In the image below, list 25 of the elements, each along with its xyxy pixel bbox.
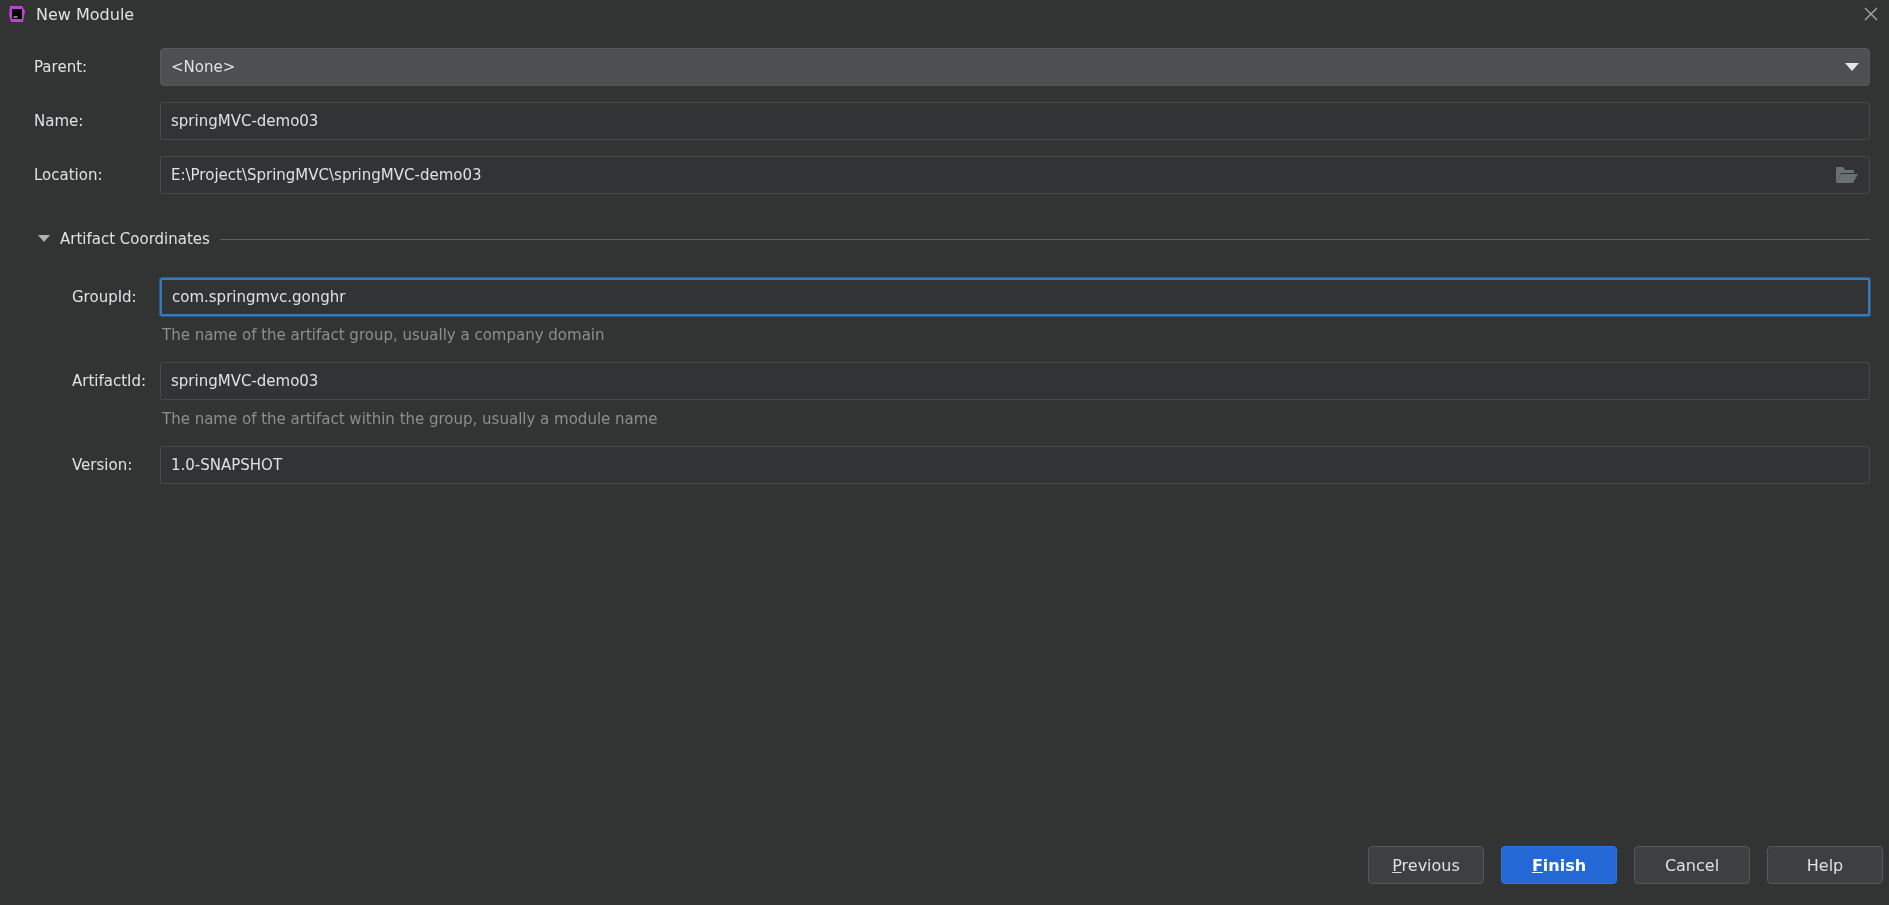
section-title: Artifact Coordinates (60, 230, 210, 248)
location-field[interactable]: E:\Project\SpringMVC\springMVC-demo03 (160, 156, 1870, 194)
window-title: New Module (36, 4, 136, 24)
dialog-button[interactable]: Help (1767, 846, 1883, 884)
field-label: Parent: (34, 58, 89, 76)
dialog-button[interactable]: Cancel (1634, 846, 1750, 884)
hint-text: The name of the artifact group, usually a company domain (161, 325, 606, 346)
hint-text: The name of the artifact within the group, usually a module name (161, 409, 659, 430)
close-icon[interactable] (1863, 6, 1879, 22)
dropdown-arrow-icon (1845, 62, 1859, 72)
field-label: Version: (72, 456, 134, 474)
app-logo-icon (8, 5, 26, 23)
field-label: ArtifactId: (72, 372, 148, 390)
field-label: Name: (34, 112, 85, 130)
collapse-triangle-icon[interactable] (38, 234, 50, 244)
text-field[interactable]: springMVC-demo03 (160, 362, 1870, 400)
field-label: Location: (34, 166, 104, 184)
text-field[interactable]: com.springmvc.gonghr (160, 278, 1870, 316)
default-button[interactable]: Finish (1501, 846, 1617, 884)
dialog-button[interactable]: Previous (1368, 846, 1484, 884)
field-label: GroupId: (72, 288, 138, 306)
name-field[interactable]: springMVC-demo03 (160, 102, 1870, 140)
folder-icon[interactable] (1835, 166, 1859, 184)
parent-dropdown[interactable]: <None> (160, 48, 1870, 86)
text-field[interactable]: 1.0-SNAPSHOT (160, 446, 1870, 484)
